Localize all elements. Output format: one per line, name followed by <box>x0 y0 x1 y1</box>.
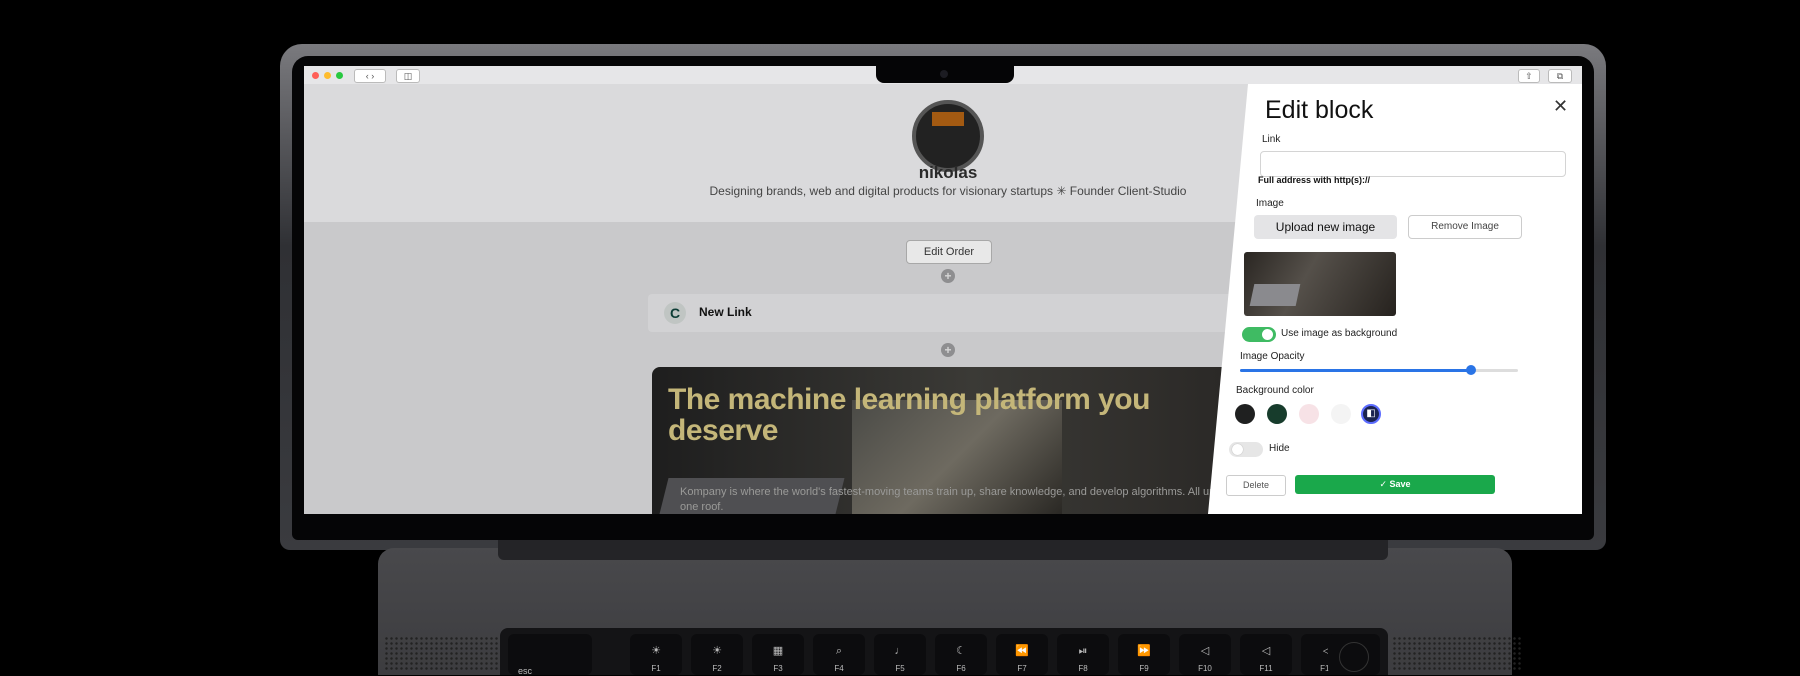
image-label: Image <box>1256 198 1284 209</box>
close-icon[interactable]: ✕ <box>1553 96 1568 117</box>
profile-bio: Designing brands, web and digital produc… <box>709 184 1187 198</box>
thumbnail-laptop-shape <box>1249 284 1301 306</box>
key-f2[interactable]: ☀ F2 <box>691 634 743 675</box>
key-label: F11 <box>1259 664 1273 673</box>
key-label: F8 <box>1078 664 1088 673</box>
key-f1[interactable]: ☀ F1 <box>630 634 682 675</box>
key-label: F9 <box>1139 664 1149 673</box>
key-f8[interactable]: ⏯ F8 <box>1057 634 1109 675</box>
key-label: F2 <box>712 664 722 673</box>
key-label: F4 <box>834 664 844 673</box>
fast-forward-icon: ⏩ <box>1137 645 1151 657</box>
camera-icon <box>940 70 948 78</box>
link-hint: Full address with http(s):// <box>1258 175 1370 185</box>
upload-image-button[interactable]: Upload new image <box>1254 215 1397 239</box>
opacity-slider-fill <box>1240 369 1471 372</box>
volume-down-icon: ◁ <box>1261 645 1271 657</box>
key-f3[interactable]: ▦ F3 <box>752 634 804 675</box>
opacity-label: Image Opacity <box>1240 351 1305 362</box>
bg-color-label: Background color <box>1236 385 1314 396</box>
toggle-knob <box>1262 329 1273 340</box>
key-f5[interactable]: ♩ F5 <box>874 634 926 675</box>
color-picker-icon[interactable]: ◧ <box>1361 404 1381 424</box>
link-label: Link <box>1262 134 1281 145</box>
key-esc[interactable]: esc <box>508 634 592 676</box>
key-f9[interactable]: ⏩ F9 <box>1118 634 1170 675</box>
opacity-slider-thumb[interactable] <box>1465 365 1476 375</box>
rewind-icon: ⏪ <box>1015 645 1029 657</box>
window-close-dot[interactable] <box>312 72 319 79</box>
link-block-label: New Link <box>699 305 752 319</box>
speaker-grille <box>384 636 514 672</box>
key-f7[interactable]: ⏪ F7 <box>996 634 1048 675</box>
key-f6[interactable]: ☾ F6 <box>935 634 987 675</box>
edit-order-button[interactable]: Edit Order <box>906 240 992 264</box>
key-label: F6 <box>956 664 966 673</box>
hero-body: Kompany is where the world's fastest-mov… <box>680 486 1232 513</box>
remove-image-button[interactable]: Remove Image <box>1408 215 1522 239</box>
search-icon: ⌕ <box>835 645 843 657</box>
check-icon: ✓ <box>1379 479 1390 489</box>
link-logo-icon: C <box>664 302 686 324</box>
save-label: Save <box>1389 479 1411 489</box>
hide-label: Hide <box>1269 443 1290 454</box>
add-block-icon[interactable]: + <box>941 343 955 357</box>
window-zoom-dot[interactable] <box>336 72 343 79</box>
use-as-background-label: Use image as background <box>1281 328 1398 339</box>
brightness-high-icon: ☀ <box>712 645 722 657</box>
sidebar-icon[interactable]: ◫ <box>396 69 420 83</box>
window-minimize-dot[interactable] <box>324 72 331 79</box>
speaker-grille <box>1392 636 1522 672</box>
touch-id-key[interactable] <box>1328 634 1380 675</box>
avatar <box>912 100 984 172</box>
key-label: F7 <box>1017 664 1027 673</box>
hero-title: The machine learning platform you deserv… <box>668 383 1150 447</box>
share-icon[interactable]: ⇧ <box>1518 69 1540 83</box>
play-pause-icon: ⏯ <box>1078 645 1088 657</box>
toggle-knob <box>1232 444 1243 455</box>
key-label: F10 <box>1198 664 1212 673</box>
brightness-low-icon: ☀ <box>651 645 661 657</box>
key-f11[interactable]: ◁ F11 <box>1240 634 1292 675</box>
key-label: F1 <box>651 664 661 673</box>
key-f4[interactable]: ⌕ F4 <box>813 634 865 675</box>
back-forward-buttons[interactable]: ‹ › <box>354 69 386 83</box>
add-block-icon[interactable]: + <box>941 269 955 283</box>
key-label: F5 <box>895 664 905 673</box>
color-swatch[interactable] <box>1235 404 1255 424</box>
panel-title: Edit block <box>1265 96 1374 124</box>
profile-header <box>304 84 1304 222</box>
key-label: F3 <box>773 664 783 673</box>
hinge <box>498 540 1388 560</box>
tabs-icon[interactable]: ⧉ <box>1548 69 1572 83</box>
color-swatch[interactable] <box>1299 404 1319 424</box>
mute-icon: ◁ <box>1200 645 1210 657</box>
avatar-image <box>932 112 964 126</box>
color-swatch[interactable] <box>1331 404 1351 424</box>
profile-name: nikolas <box>918 163 978 182</box>
microphone-icon: ♩ <box>894 645 906 657</box>
key-f10[interactable]: ◁ F10 <box>1179 634 1231 675</box>
link-input[interactable] <box>1260 151 1566 177</box>
moon-icon: ☾ <box>956 645 966 657</box>
delete-button[interactable]: Delete <box>1226 475 1286 496</box>
save-button[interactable]: ✓ Save <box>1295 475 1495 494</box>
mission-control-icon: ▦ <box>772 645 784 657</box>
color-swatch[interactable] <box>1267 404 1287 424</box>
